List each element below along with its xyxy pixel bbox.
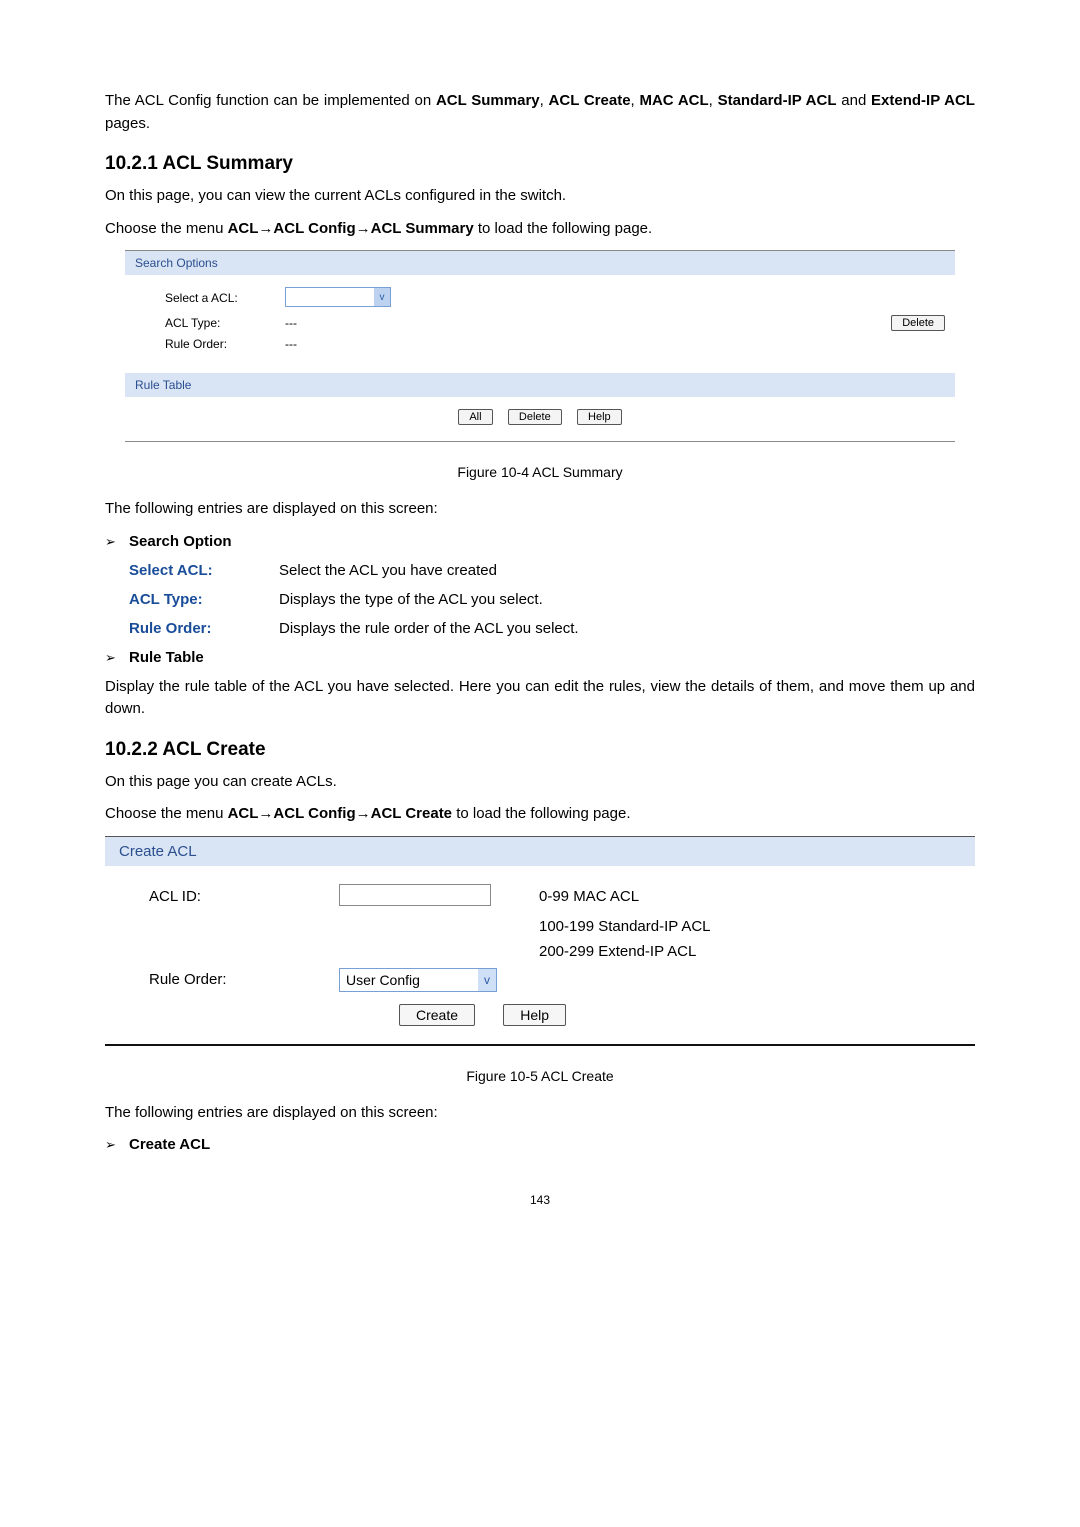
chevron-down-icon[interactable]: v: [374, 288, 390, 306]
paragraph: Choose the menu ACL→ACL Config→ACL Creat…: [105, 803, 975, 826]
definition-row: Select ACL: Select the ACL you have crea…: [129, 562, 975, 579]
paragraph: Display the rule table of the ACL you ha…: [105, 676, 975, 721]
definition-term: Select ACL:: [129, 562, 279, 579]
text: ,: [709, 92, 718, 109]
rule-order-value: ---: [285, 337, 425, 351]
acl-type-value: ---: [285, 316, 425, 330]
menu-path: ACL→ACL Config→ACL Create: [228, 805, 452, 822]
acl-type-label: ACL Type:: [135, 316, 285, 330]
search-option-label: Search Option: [129, 533, 232, 550]
definition-desc: Displays the type of the ACL you select.: [279, 591, 543, 608]
help-button[interactable]: Help: [503, 1004, 566, 1026]
acl-id-hint-2: 100-199 Standard-IP ACL: [539, 918, 711, 935]
definition-term: Rule Order:: [129, 620, 279, 637]
section-bullet-rule-table: ➢ Rule Table: [105, 649, 975, 666]
rule-table-label: Rule Table: [129, 649, 204, 666]
create-acl-label: Create ACL: [129, 1136, 210, 1153]
arrow-icon: ➢: [105, 534, 129, 550]
paragraph: On this page you can create ACLs.: [105, 771, 975, 794]
search-options-header: Search Options: [125, 251, 955, 275]
text: pages.: [105, 115, 150, 132]
acl-id-label: ACL ID:: [119, 888, 339, 905]
create-button[interactable]: Create: [399, 1004, 475, 1026]
create-acl-body: ACL ID: 0-99 MAC ACL 100-199 Standard-IP…: [105, 866, 975, 1044]
help-button[interactable]: Help: [577, 409, 622, 425]
definition-term: ACL Type:: [129, 591, 279, 608]
section-bullet-search-option: ➢ Search Option: [105, 533, 975, 550]
all-button[interactable]: All: [458, 409, 492, 425]
text: Choose the menu: [105, 805, 228, 822]
text-bold: Extend-IP ACL: [871, 92, 975, 109]
search-option-definitions: Select ACL: Select the ACL you have crea…: [129, 562, 975, 637]
text: The ACL Config function can be implement…: [105, 92, 436, 109]
rule-table-header: Rule Table: [125, 373, 955, 397]
text-bold: ACL Summary: [436, 92, 540, 109]
search-options-body: Select a ACL: v ACL Type: --- Delete Rul…: [125, 275, 955, 373]
rule-order-label: Rule Order:: [119, 971, 339, 988]
delete-button[interactable]: Delete: [508, 409, 562, 425]
rule-table-body: All Delete Help: [125, 397, 955, 441]
menu-path: ACL→ACL Config→ACL Summary: [228, 220, 474, 237]
acl-id-input[interactable]: [339, 884, 491, 906]
rule-order-value: User Config: [340, 969, 478, 991]
text-bold: ACL Create: [549, 92, 631, 109]
chevron-down-icon[interactable]: v: [478, 969, 496, 991]
definition-desc: Select the ACL you have created: [279, 562, 497, 579]
text: and: [837, 92, 872, 109]
section-bullet-create-acl: ➢ Create ACL: [105, 1136, 975, 1153]
rule-order-label: Rule Order:: [135, 337, 285, 351]
acl-summary-screenshot: Search Options Select a ACL: v ACL Type:…: [125, 250, 955, 442]
select-acl-dropdown[interactable]: v: [285, 287, 391, 307]
acl-id-hint-3: 200-299 Extend-IP ACL: [539, 943, 696, 960]
text: Choose the menu: [105, 220, 228, 237]
text-bold: Standard-IP ACL: [718, 92, 837, 109]
section-heading-acl-create: 10.2.2 ACL Create: [105, 739, 975, 761]
text-bold: MAC ACL: [639, 92, 708, 109]
acl-id-hint-1: 0-99 MAC ACL: [539, 888, 639, 905]
select-acl-value: [286, 288, 374, 306]
section-heading-acl-summary: 10.2.1 ACL Summary: [105, 153, 975, 175]
select-acl-label: Select a ACL:: [135, 291, 285, 305]
definition-desc: Displays the rule order of the ACL you s…: [279, 620, 579, 637]
figure-caption-10-5: Figure 10-5 ACL Create: [105, 1068, 975, 1084]
delete-button[interactable]: Delete: [891, 315, 945, 331]
acl-create-screenshot: Create ACL ACL ID: 0-99 MAC ACL 100-199 …: [105, 836, 975, 1046]
text: to load the following page.: [452, 805, 630, 822]
page-content: The ACL Config function can be implement…: [0, 0, 1080, 1247]
arrow-icon: ➢: [105, 1137, 129, 1153]
rule-order-dropdown[interactable]: User Config v: [339, 968, 497, 992]
definition-row: Rule Order: Displays the rule order of t…: [129, 620, 975, 637]
text: ,: [540, 92, 549, 109]
paragraph: On this page, you can view the current A…: [105, 185, 975, 208]
arrow-icon: ➢: [105, 650, 129, 666]
text: to load the following page.: [474, 220, 652, 237]
intro-paragraph: The ACL Config function can be implement…: [105, 90, 975, 135]
create-acl-header: Create ACL: [105, 837, 975, 866]
paragraph: The following entries are displayed on t…: [105, 498, 975, 521]
definition-row: ACL Type: Displays the type of the ACL y…: [129, 591, 975, 608]
page-number: 143: [105, 1193, 975, 1207]
paragraph: The following entries are displayed on t…: [105, 1102, 975, 1125]
paragraph: Choose the menu ACL→ACL Config→ACL Summa…: [105, 218, 975, 241]
figure-caption-10-4: Figure 10-4 ACL Summary: [105, 464, 975, 480]
